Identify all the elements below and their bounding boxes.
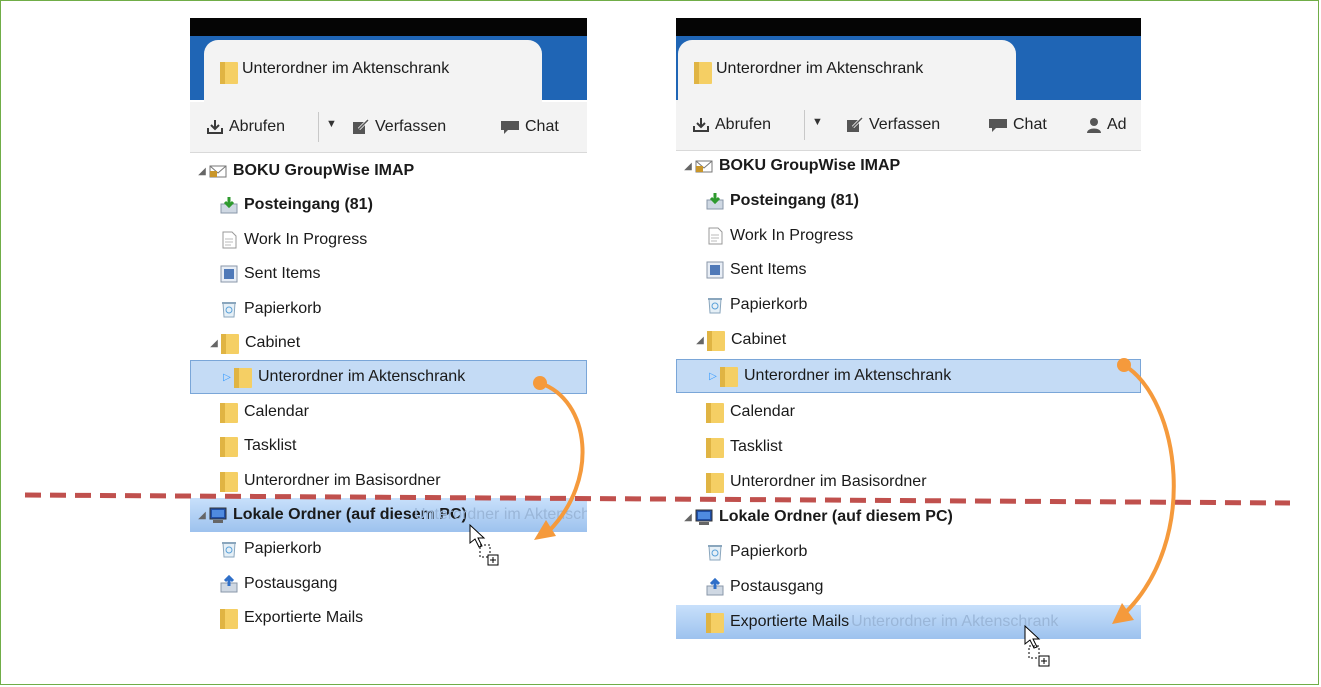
drag-ghost-label: Unterordner im Aktenschrank [414, 506, 587, 523]
tree-tasklist[interactable]: Tasklist [676, 430, 1141, 464]
get-messages-dropdown[interactable]: ▼ [326, 118, 337, 130]
right-screenshot: Unterordner im Aktenschrank Abrufen ▼ Ve… [676, 18, 1141, 674]
tab-title: Unterordner im Aktenschrank [716, 60, 924, 77]
outbox-icon [220, 574, 238, 593]
tree-subfolder-aktenschrank[interactable]: ▷ Unterordner im Aktenschrank [676, 359, 1141, 393]
tree-calendar[interactable]: Calendar [676, 395, 1141, 429]
folder-icon [220, 609, 238, 629]
document-icon [220, 231, 238, 249]
mail-account-icon [209, 162, 227, 180]
toolbar-separator [318, 112, 319, 142]
tree-cabinet[interactable]: ◢ Cabinet [190, 326, 587, 360]
tree-inbox[interactable]: Posteingang (81) [676, 184, 1141, 218]
chat-icon [501, 121, 519, 134]
tree-subfolder-basisordner[interactable]: Unterordner im Basisordner [676, 465, 1141, 499]
folder-icon [707, 331, 725, 351]
folder-icon [706, 403, 724, 423]
collapse-icon[interactable]: ◢ [208, 338, 220, 349]
toolbar-separator [804, 110, 805, 140]
mail-account-icon [695, 157, 713, 175]
main-toolbar: Abrufen ▼ Verfassen Chat Ad [676, 100, 1141, 151]
trash-icon [220, 300, 238, 318]
chat-button[interactable]: Chat [988, 116, 1047, 134]
tree-exported-mails[interactable]: Exportierte Mails [190, 601, 587, 635]
chat-button[interactable]: Chat [500, 118, 559, 136]
tab-title: Unterordner im Aktenschrank [242, 60, 450, 77]
tree-outbox[interactable]: Postausgang [190, 567, 587, 601]
left-screenshot: Unterordner im Aktenschrank Abrufen ▼ Ve… [190, 18, 587, 674]
tree-local-folders[interactable]: ◢ Lokale Ordner (auf diesem PC) Unterord… [190, 498, 587, 532]
tree-trash[interactable]: Papierkorb [190, 292, 587, 326]
tree-cabinet[interactable]: ◢ Cabinet [676, 323, 1141, 357]
compose-icon [847, 117, 864, 132]
folder-icon [220, 437, 238, 457]
folder-icon [706, 473, 724, 493]
address-book-button[interactable]: Ad [1086, 116, 1127, 134]
folder-icon [720, 367, 738, 387]
tree-exported-mails[interactable]: Exportierte Mails Unterordner im Aktensc… [676, 605, 1141, 639]
chevron-down-icon: ▼ [326, 118, 337, 130]
tab-unterordner-im-aktenschrank[interactable]: Unterordner im Aktenschrank [204, 40, 542, 102]
collapse-icon[interactable]: ◢ [694, 335, 706, 346]
title-bar [676, 18, 1141, 36]
outbox-icon [706, 577, 724, 596]
tree-local-folders[interactable]: ◢ Lokale Ordner (auf diesem PC) [676, 500, 1141, 534]
tab-unterordner-im-aktenschrank[interactable]: Unterordner im Aktenschrank [678, 40, 1016, 102]
expand-icon[interactable]: ▷ [707, 371, 719, 382]
collapse-icon[interactable]: ◢ [196, 510, 208, 521]
tree-calendar[interactable]: Calendar [190, 395, 587, 429]
computer-icon [695, 508, 713, 526]
compose-icon [353, 119, 370, 134]
title-bar [190, 18, 587, 36]
folder-icon [706, 613, 724, 633]
get-messages-dropdown[interactable]: ▼ [812, 116, 823, 128]
person-icon [1087, 118, 1101, 133]
inbox-icon [220, 196, 238, 214]
get-messages-button[interactable]: Abrufen [692, 116, 771, 134]
collapse-icon[interactable]: ◢ [682, 161, 694, 172]
folder-icon [694, 62, 712, 84]
folder-icon [234, 368, 252, 388]
chat-icon [989, 119, 1007, 132]
tree-work-in-progress[interactable]: Work In Progress [190, 223, 587, 257]
document-icon [706, 227, 724, 245]
folder-icon [220, 403, 238, 423]
tree-subfolder-basisordner[interactable]: Unterordner im Basisordner [190, 464, 587, 498]
tree-outbox[interactable]: Postausgang [676, 570, 1141, 604]
tree-tasklist[interactable]: Tasklist [190, 429, 587, 463]
tree-account-boku[interactable]: ◢ BOKU GroupWise IMAP [190, 154, 587, 188]
download-icon [207, 120, 223, 134]
trash-icon [220, 540, 238, 558]
tree-subfolder-aktenschrank[interactable]: ▷ Unterordner im Aktenschrank [190, 360, 587, 394]
sent-icon [706, 261, 724, 279]
chevron-down-icon: ▼ [812, 116, 823, 128]
trash-icon [706, 543, 724, 561]
tree-work-in-progress[interactable]: Work In Progress [676, 219, 1141, 253]
tree-account-boku[interactable]: ◢ BOKU GroupWise IMAP [676, 149, 1141, 183]
tree-sent-items[interactable]: Sent Items [676, 253, 1141, 287]
collapse-icon[interactable]: ◢ [196, 166, 208, 177]
tree-sent-items[interactable]: Sent Items [190, 257, 587, 291]
compose-button[interactable]: Verfassen [352, 118, 446, 136]
trash-icon [706, 296, 724, 314]
folder-icon [221, 334, 239, 354]
sent-icon [220, 265, 238, 283]
collapse-icon[interactable]: ◢ [682, 512, 694, 523]
computer-icon [209, 506, 227, 524]
expand-icon[interactable]: ▷ [221, 372, 233, 383]
drag-ghost-label: Unterordner im Aktenschrank [851, 613, 1059, 630]
folder-icon [706, 438, 724, 458]
download-icon [693, 118, 709, 132]
tree-local-trash[interactable]: Papierkorb [676, 535, 1141, 569]
tree-trash[interactable]: Papierkorb [676, 288, 1141, 322]
get-messages-button[interactable]: Abrufen [206, 118, 285, 136]
tree-local-trash[interactable]: Papierkorb [190, 532, 587, 566]
folder-icon [220, 472, 238, 492]
compose-button[interactable]: Verfassen [846, 116, 940, 134]
inbox-icon [706, 192, 724, 210]
main-toolbar: Abrufen ▼ Verfassen Chat [190, 102, 587, 153]
tree-inbox[interactable]: Posteingang (81) [190, 188, 587, 222]
folder-icon [220, 62, 238, 84]
